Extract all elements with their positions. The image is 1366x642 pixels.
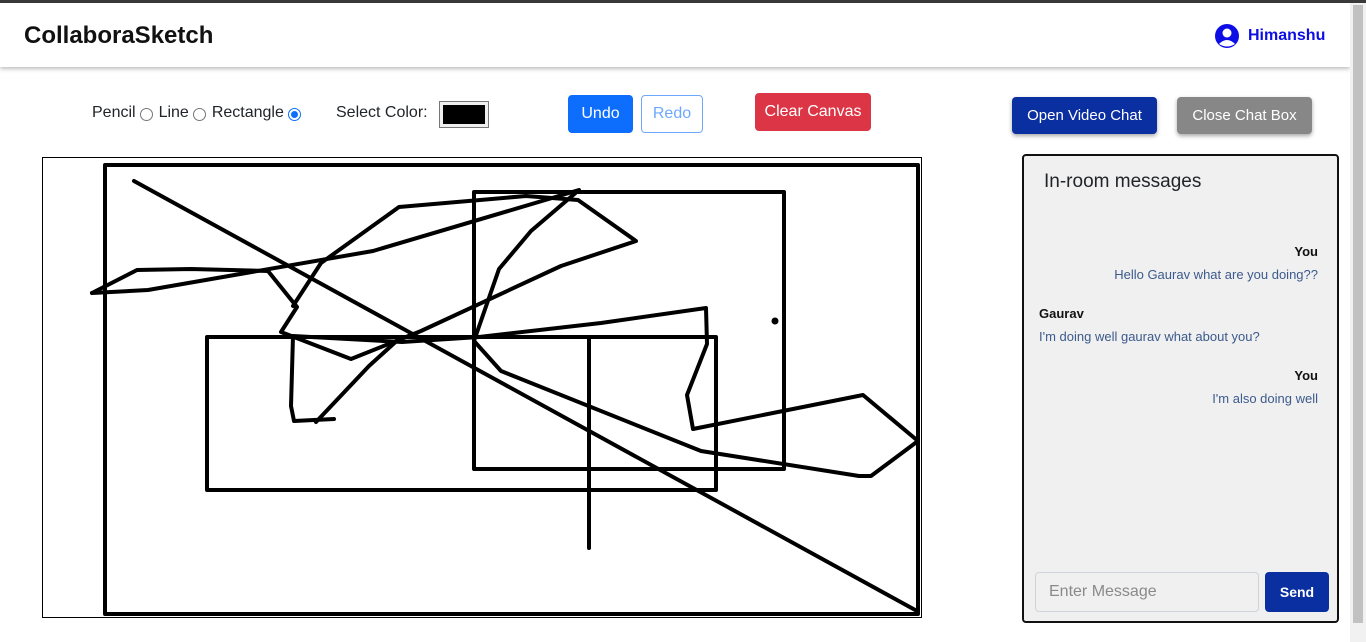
message-text: Hello Gaurav what are you doing?? bbox=[1114, 267, 1318, 282]
undo-button[interactable]: Undo bbox=[568, 95, 633, 133]
tool-selector: Pencil Line Rectangle bbox=[92, 104, 307, 122]
tool-rectangle[interactable]: Rectangle bbox=[212, 104, 301, 122]
drawing-strokes bbox=[90, 163, 920, 616]
message-text: I'm doing well gaurav what about you? bbox=[1039, 329, 1260, 344]
color-picker-swatch bbox=[443, 105, 485, 124]
navbar: CollaboraSketch Himanshu bbox=[0, 3, 1350, 67]
drawing-canvas[interactable] bbox=[42, 157, 922, 618]
chat-box: In-room messages You Hello Gaurav what a… bbox=[1022, 154, 1339, 623]
page-scrollbar[interactable] bbox=[1350, 3, 1366, 642]
tool-pencil-radio[interactable] bbox=[139, 107, 153, 121]
tool-rectangle-label: Rectangle bbox=[211, 104, 284, 121]
clear-canvas-button[interactable]: Clear Canvas bbox=[755, 93, 871, 131]
open-video-chat-button[interactable]: Open Video Chat bbox=[1012, 97, 1157, 134]
tool-pencil[interactable]: Pencil bbox=[92, 104, 153, 122]
tool-line[interactable]: Line bbox=[159, 104, 206, 122]
brand-title: CollaboraSketch bbox=[24, 22, 214, 49]
tool-line-radio[interactable] bbox=[192, 107, 206, 121]
tool-pencil-label: Pencil bbox=[92, 104, 136, 121]
send-button[interactable]: Send bbox=[1265, 572, 1329, 612]
color-picker[interactable] bbox=[439, 101, 489, 128]
chat-message: You Hello Gaurav what are you doing?? bbox=[1038, 244, 1318, 282]
stroke-pencil-path-1 bbox=[90, 188, 920, 478]
message-author: You bbox=[1294, 368, 1318, 383]
chat-message: Gaurav I'm doing well gaurav what about … bbox=[1039, 306, 1319, 344]
chat-message: You I'm also doing well bbox=[1038, 368, 1318, 406]
stroke-dot bbox=[771, 317, 779, 325]
message-text: I'm also doing well bbox=[1212, 391, 1318, 406]
stroke-pencil-path-2 bbox=[90, 194, 638, 361]
tool-rectangle-radio[interactable] bbox=[287, 107, 301, 121]
message-author: You bbox=[1294, 244, 1318, 259]
user-circle-icon bbox=[1215, 24, 1239, 48]
message-input[interactable] bbox=[1035, 572, 1259, 612]
redo-button[interactable]: Redo bbox=[641, 95, 703, 133]
tool-line-label: Line bbox=[158, 104, 189, 121]
color-label: Select Color: bbox=[336, 104, 428, 121]
user-name[interactable]: Himanshu bbox=[1248, 27, 1325, 45]
scrollbar-thumb[interactable] bbox=[1353, 5, 1363, 623]
stroke-diagonal-line bbox=[132, 179, 919, 613]
close-chat-box-button[interactable]: Close Chat Box bbox=[1177, 97, 1312, 134]
chat-title: In-room messages bbox=[1044, 171, 1202, 192]
message-author: Gaurav bbox=[1039, 306, 1084, 321]
user-menu[interactable]: Himanshu bbox=[1214, 23, 1325, 49]
